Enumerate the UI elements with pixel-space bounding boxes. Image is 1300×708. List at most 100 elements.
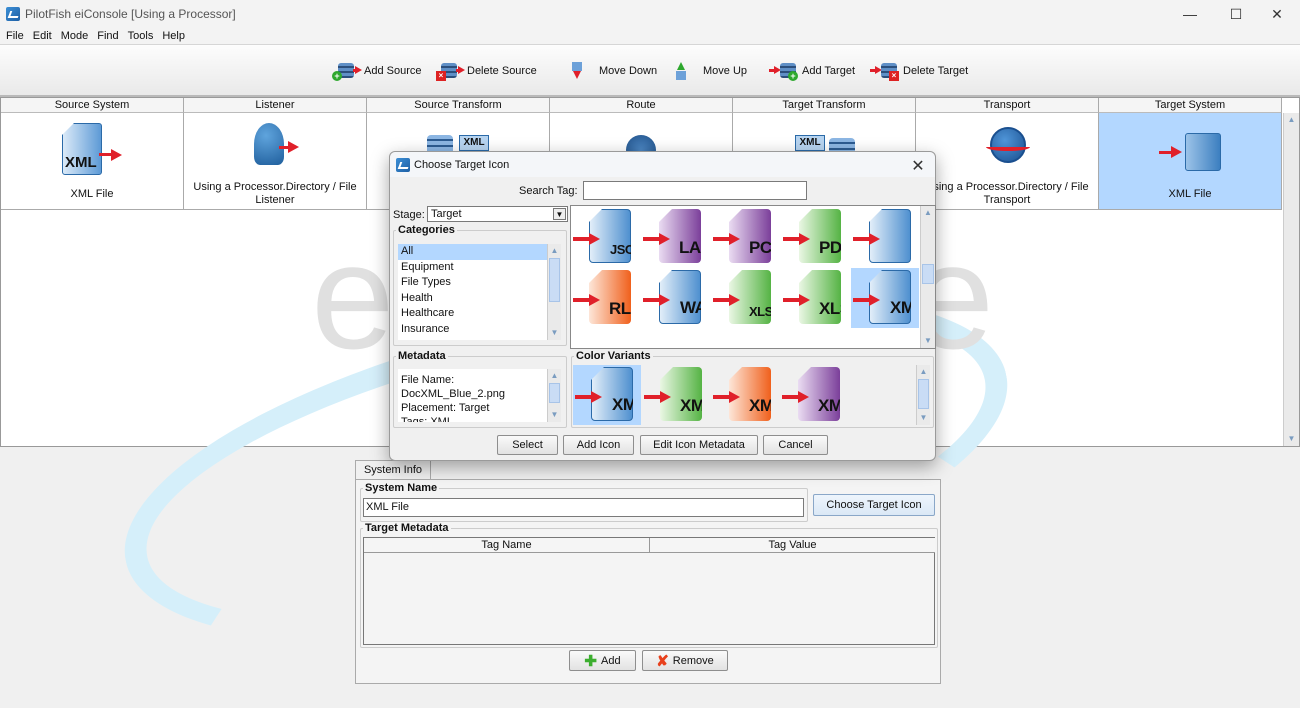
dialog-title-bar: Choose Target Icon ✕ [390, 152, 935, 177]
menu-help[interactable]: Help [162, 30, 185, 42]
category-insurance[interactable]: Insurance [398, 322, 547, 338]
xml-file-icon: XML [62, 123, 102, 175]
title-bar: PilotFish eiConsole [Using a Processor] … [0, 0, 1300, 28]
search-tag-input[interactable] [583, 181, 807, 200]
delete-target-icon: × [870, 60, 900, 82]
category-health[interactable]: Health [398, 291, 547, 307]
app-logo-icon [6, 7, 20, 21]
grid-icon-pdf-green[interactable]: PDF [781, 207, 849, 267]
header-target-system: Target System [1099, 98, 1282, 113]
delete-source-button[interactable]: × Delete Source [434, 59, 537, 83]
select-button[interactable]: Select [497, 435, 558, 455]
maximize-button[interactable]: ☐ [1213, 0, 1259, 28]
dialog-close-button[interactable]: ✕ [909, 156, 927, 176]
scroll-up-button[interactable]: ▲ [921, 206, 935, 220]
icon-text: RLC [609, 299, 643, 318]
icon-text: XML [749, 396, 784, 415]
menu-file[interactable]: File [6, 30, 24, 42]
scroll-thumb[interactable] [922, 264, 934, 284]
delete-target-button[interactable]: × Delete Target [870, 59, 968, 83]
close-window-button[interactable]: ✕ [1254, 0, 1300, 28]
red-arrow-icon [644, 391, 671, 403]
add-source-button[interactable]: + Add Source [331, 59, 421, 83]
grid-icon-xml-blue[interactable]: XML [851, 268, 919, 328]
red-arrow-icon [782, 391, 809, 403]
add-button[interactable]: ✚ Add [569, 650, 636, 671]
add-target-button[interactable]: + Add Target [769, 59, 855, 83]
menu-tools[interactable]: Tools [128, 30, 154, 42]
variants-scrollbar[interactable]: ▲ ▼ [916, 365, 930, 425]
grid-icon-pcs-purple[interactable]: PCS [711, 207, 779, 267]
scroll-up-button[interactable]: ▲ [548, 244, 561, 258]
scroll-down-button[interactable]: ▼ [917, 411, 930, 425]
target-metadata-table: Tag Name Tag Value [363, 537, 935, 645]
red-arrow-icon [853, 233, 880, 245]
categories-list: All Equipment File Types Health Healthca… [398, 244, 547, 340]
add-icon-button[interactable]: Add Icon [563, 435, 634, 455]
scroll-down-button[interactable]: ▼ [548, 408, 561, 422]
scroll-thumb[interactable] [918, 379, 929, 409]
column-tag-name[interactable]: Tag Name [364, 538, 650, 553]
category-healthcare[interactable]: Healthcare [398, 306, 547, 322]
xml-to-database-icon: XML [795, 135, 825, 151]
system-name-input[interactable]: XML File [363, 498, 804, 517]
icon-text: JSON [610, 242, 644, 257]
menu-mode[interactable]: Mode [61, 30, 89, 42]
color-variants-legend: Color Variants [576, 350, 651, 362]
grid-icon-xls-green[interactable]: XLS [781, 268, 849, 328]
category-all[interactable]: All [398, 244, 547, 260]
metadata-scrollbar[interactable]: ▲ ▼ [547, 369, 561, 422]
cancel-button[interactable]: Cancel [763, 435, 828, 455]
move-down-button[interactable]: Move Down [566, 59, 657, 83]
column-tag-value[interactable]: Tag Value [650, 538, 935, 553]
remove-button[interactable]: ✘ Remove [642, 650, 728, 671]
metadata-line: Placement: Target [401, 402, 490, 414]
scroll-up-button[interactable]: ▲ [917, 365, 930, 379]
category-file-types[interactable]: File Types [398, 275, 547, 291]
scroll-thumb[interactable] [549, 383, 560, 403]
stage-label: Using a Processor.Directory / File Liste… [193, 181, 357, 206]
grid-icon-xlsx-green[interactable]: XLSX [711, 268, 779, 328]
red-arrow-icon [643, 294, 670, 306]
choose-target-icon-button[interactable]: Choose Target Icon [813, 494, 935, 516]
scroll-down-button[interactable]: ▼ [921, 334, 935, 348]
chevron-down-icon[interactable]: ▼ [553, 208, 566, 220]
scroll-up-button[interactable]: ▲ [548, 369, 561, 383]
menu-find[interactable]: Find [97, 30, 118, 42]
pipeline-scrollbar[interactable]: ▲ ▼ [1283, 113, 1299, 446]
move-up-button[interactable]: Move Up [670, 59, 747, 83]
scroll-up-button[interactable]: ▲ [1284, 113, 1299, 127]
stage-transport[interactable]: Using a Processor.Directory / File Trans… [916, 113, 1099, 210]
metadata-text: File Name: DocXML_Blue_2.png Placement: … [398, 369, 547, 422]
move-up-label: Move Up [703, 65, 748, 77]
variant-icon-xml-purple[interactable]: XML [780, 365, 848, 425]
dialog-title: Choose Target Icon [414, 158, 510, 171]
target-metadata-legend: Target Metadata [365, 522, 449, 534]
stage-target-system[interactable]: XML File [1099, 113, 1282, 210]
scroll-thumb[interactable] [549, 258, 560, 302]
menu-edit[interactable]: Edit [33, 30, 52, 42]
choose-target-icon-dialog: Choose Target Icon ✕ Search Tag: Stage: … [389, 151, 936, 461]
grid-icon-blank-blue[interactable] [851, 207, 919, 267]
minimize-button[interactable]: — [1167, 0, 1213, 28]
stage-source-system[interactable]: XML XML File [1, 113, 184, 210]
stage-select[interactable]: Target ▼ [427, 206, 568, 222]
grid-icon-json-blue[interactable]: JSON [571, 207, 639, 267]
edit-icon-metadata-button[interactable]: Edit Icon Metadata [640, 435, 758, 455]
variant-icon-xml-green[interactable]: XML [642, 365, 710, 425]
icon-text: XML [818, 396, 853, 415]
variant-icon-xml-orange[interactable]: XML [711, 365, 779, 425]
grid-icon-lah-purple[interactable]: LAH [641, 207, 709, 267]
variant-icon-xml-blue[interactable]: XML [573, 365, 641, 425]
add-target-icon: + [769, 60, 799, 82]
header-transport: Transport [916, 98, 1099, 113]
tab-system-info[interactable]: System Info [355, 460, 431, 480]
scroll-down-button[interactable]: ▼ [1284, 432, 1299, 446]
scroll-down-button[interactable]: ▼ [548, 326, 561, 340]
grid-icon-rlc-orange[interactable]: RLC [571, 268, 639, 328]
stage-listener[interactable]: Using a Processor.Directory / File Liste… [184, 113, 367, 210]
icon-grid-scrollbar[interactable]: ▲ ▼ [920, 206, 935, 348]
categories-scrollbar[interactable]: ▲ ▼ [547, 244, 561, 340]
grid-icon-wav-blue[interactable]: WAV [641, 268, 709, 328]
category-equipment[interactable]: Equipment [398, 260, 547, 276]
